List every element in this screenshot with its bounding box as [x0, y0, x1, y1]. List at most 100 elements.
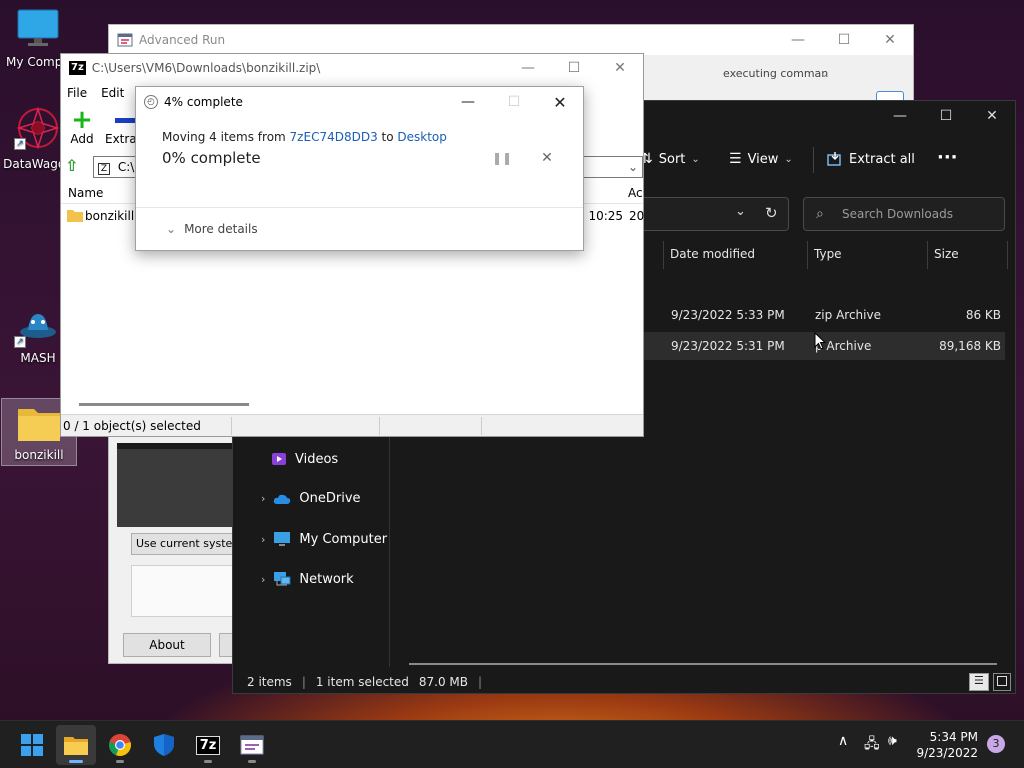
start-button[interactable]	[12, 725, 52, 765]
chevron-down-icon[interactable]: ⌄	[628, 157, 638, 177]
close-button[interactable]: ✕	[867, 25, 913, 55]
secondary-button[interactable]	[219, 633, 233, 657]
details-view-button[interactable]: ☰	[969, 673, 989, 691]
folder-icon	[67, 210, 83, 222]
search-icon: ⌕	[816, 206, 824, 222]
maximize-button: ☐	[507, 94, 521, 110]
volume-icon[interactable]: 🕪	[888, 733, 897, 749]
destination-link[interactable]: Desktop	[397, 130, 447, 144]
source-link[interactable]: 7zEC74D8DD3	[290, 130, 378, 144]
file-explorer-icon	[64, 737, 88, 755]
notification-badge[interactable]: 3	[987, 735, 1005, 753]
videos-icon	[272, 453, 286, 465]
extract-icon	[827, 152, 841, 166]
close-button[interactable]: ✕	[597, 54, 643, 82]
column-date-modified[interactable]: Date modified	[670, 247, 755, 261]
chevron-right-icon[interactable]: ›	[261, 573, 265, 586]
menu-file[interactable]: File	[67, 86, 87, 100]
nav-item-network[interactable]: › Network	[261, 571, 354, 587]
column-accessed[interactable]: Ac	[628, 186, 643, 200]
column-type[interactable]: Type	[814, 247, 842, 261]
desktop-icon-label: bonzikill	[14, 448, 64, 462]
column-name[interactable]: Name	[68, 186, 103, 200]
advanced-run-icon	[240, 735, 264, 755]
sevenzip-app-icon: 7z	[69, 61, 86, 75]
search-input[interactable]: ⌕ Search Downloads	[803, 197, 1005, 231]
add-button[interactable]: + Add	[67, 107, 97, 146]
pause-button[interactable]: ❚❚	[492, 151, 512, 169]
chevron-down-icon: ⌄	[819, 67, 829, 80]
close-icon: ✕	[541, 150, 553, 166]
shortcut-arrow-icon: ↗	[14, 336, 26, 348]
minimize-button[interactable]: —	[775, 25, 821, 55]
nav-item-my-computer[interactable]: › My Computer	[261, 531, 387, 547]
taskbar-advanced-run[interactable]	[232, 725, 272, 765]
chevron-down-icon[interactable]: ⌄	[735, 204, 746, 219]
details-view-icon: ☰	[974, 674, 984, 687]
tiles-view-button[interactable]	[993, 673, 1011, 691]
computer-icon	[274, 532, 291, 546]
view-list-icon: ☰	[729, 151, 742, 167]
extract-all-button[interactable]: Extract all	[827, 151, 915, 167]
menu-edit[interactable]: Edit	[101, 86, 124, 100]
windows-logo-icon	[21, 734, 43, 756]
network-icon	[274, 572, 291, 586]
taskbar-file-explorer[interactable]	[56, 725, 96, 765]
horizontal-scrollbar[interactable]	[79, 403, 249, 406]
nav-item-videos[interactable]: Videos	[271, 451, 338, 467]
operation-description: Moving 4 items from 7zEC74D8DD3 to Deskt…	[162, 130, 447, 144]
column-separator	[807, 241, 808, 269]
about-button[interactable]: About	[123, 633, 211, 657]
taskbar: 7z ∧ 🖧 🕪 5:34 PM 9/23/2022 3	[0, 720, 1024, 768]
close-button[interactable]: ✕	[537, 87, 583, 117]
column-size[interactable]: Size	[934, 247, 959, 261]
sort-button[interactable]: ⇅ Sort ⌄	[641, 151, 700, 167]
monitor-icon	[17, 9, 59, 46]
empty-groupbox	[131, 565, 233, 617]
maximize-button[interactable]: ☐	[821, 25, 867, 55]
refresh-icon[interactable]: ↻	[765, 204, 778, 222]
show-hidden-icons-button[interactable]: ∧	[838, 733, 848, 749]
command-separator	[813, 147, 814, 173]
taskbar-chrome[interactable]	[100, 725, 140, 765]
table-row[interactable]: 9/23/2022 5:33 PM zip Archive 86 KB	[639, 301, 1005, 329]
file-operation-dialog[interactable]: ◴ 4% complete — ☐ ✕ Moving 4 items from …	[135, 86, 584, 251]
sevenzip-path-icon: Z	[98, 163, 110, 175]
see-more-button[interactable]: ···	[937, 147, 958, 168]
minimize-button[interactable]: —	[505, 54, 551, 82]
sevenzip-title: C:\Users\VM6\Downloads\bonzikill.zip\	[91, 61, 321, 75]
progress-title: 4% complete	[164, 95, 243, 109]
minimize-button[interactable]: —	[877, 101, 923, 131]
taskbar-security[interactable]	[144, 725, 184, 765]
shield-icon	[154, 734, 174, 756]
view-button[interactable]: ☰ View ⌄	[729, 151, 793, 167]
address-bar[interactable]: ⌄ ↻	[643, 197, 789, 231]
minimize-button[interactable]: —	[445, 87, 491, 117]
close-button[interactable]: ✕	[969, 101, 1015, 131]
nav-item-onedrive[interactable]: › OneDrive	[261, 491, 361, 506]
column-separator	[927, 241, 928, 269]
cancel-operation-button[interactable]: ✕	[538, 150, 556, 168]
system-clock[interactable]: 5:34 PM 9/23/2022	[916, 729, 978, 761]
chevron-down-icon: ⌄	[784, 153, 793, 165]
maximize-button[interactable]: ☐	[923, 101, 969, 131]
dialog-divider	[136, 207, 583, 208]
command-combo[interactable]: executing comman ⌄	[723, 63, 833, 85]
more-details-toggle[interactable]: ⌄ More details	[166, 222, 258, 236]
chevron-right-icon[interactable]: ›	[261, 533, 265, 546]
column-separator	[663, 241, 664, 269]
up-arrow-icon: ⇧	[65, 156, 79, 175]
network-status-icon[interactable]: 🖧	[864, 733, 880, 757]
up-folder-button[interactable]: ⇧	[65, 156, 87, 178]
horizontal-scrollbar[interactable]	[409, 663, 997, 665]
maximize-button[interactable]: ☐	[551, 54, 597, 82]
clock-time: 5:34 PM	[929, 730, 978, 744]
chrome-icon	[109, 734, 131, 757]
taskbar-7zip[interactable]: 7z	[188, 725, 228, 765]
sevenzip-icon: 7z	[195, 735, 221, 755]
use-current-system-button[interactable]: Use current system	[131, 533, 233, 555]
extract-button[interactable]: Extrac	[105, 108, 137, 146]
percent-complete: 0% complete	[162, 149, 261, 167]
chevron-right-icon[interactable]: ›	[261, 492, 265, 505]
clock-date: 9/23/2022	[916, 746, 978, 760]
